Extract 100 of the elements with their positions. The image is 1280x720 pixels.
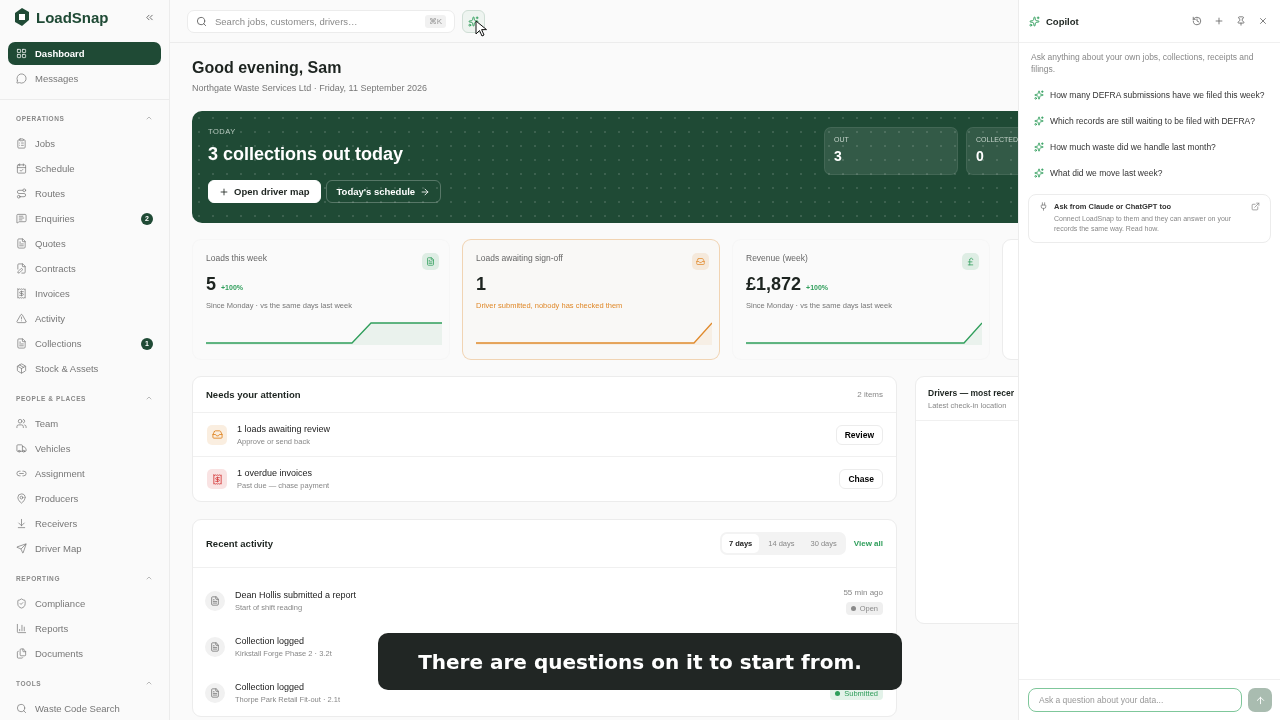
sparkle-icon	[1034, 167, 1044, 178]
map-pin-icon	[16, 493, 27, 504]
sparkle-icon	[1034, 141, 1044, 152]
search-icon	[196, 15, 207, 27]
pin-icon[interactable]	[1236, 16, 1246, 26]
suggestion[interactable]: What did we move last week?	[1019, 159, 1280, 186]
suggestion[interactable]: How many DEFRA submissions have we filed this week?	[1019, 81, 1280, 108]
sidebar-item[interactable]: Waste Code Search	[8, 697, 161, 720]
close-icon[interactable]	[1258, 16, 1268, 26]
sidebar-item[interactable]: Quotes	[8, 232, 161, 255]
sidebar-item[interactable]: Documents	[8, 642, 161, 665]
view-all-link[interactable]: View all	[853, 539, 883, 548]
people-icon	[16, 418, 27, 429]
plus-icon[interactable]	[1214, 16, 1224, 26]
sparkle-icon	[1034, 89, 1044, 100]
download-arrow-icon	[16, 518, 27, 529]
sidebar-item[interactable]: Activity	[8, 307, 161, 330]
sidebar-item[interactable]: Compliance	[8, 592, 161, 615]
question-field[interactable]: Ask a question about your data...	[1028, 688, 1242, 712]
sidebar-item[interactable]: Vehicles	[8, 437, 161, 460]
sidebar-item[interactable]: Invoices	[8, 282, 161, 305]
caption: There are questions on it to start from.	[378, 633, 902, 690]
sidebar-item[interactable]: Schedule	[8, 157, 161, 180]
shield-check-icon	[16, 598, 27, 609]
kpi-title: Loads this week	[206, 253, 267, 263]
sidebar-item[interactable]: Jobs	[8, 132, 161, 155]
row-title: Dean Hollis submitted a report	[235, 590, 358, 600]
greeting-subtitle: Northgate Waste Services Ltd · Friday, 11 September 2026	[192, 83, 428, 93]
search-input[interactable]: Search jobs, customers, drivers…	[213, 14, 419, 28]
kpi-value: 5	[206, 274, 216, 295]
stat-value: 3	[834, 148, 843, 164]
sparkle-icon	[468, 15, 479, 27]
kpi-title: Loads awaiting sign-off	[476, 253, 563, 263]
primary-button[interactable]: Open driver map	[208, 180, 321, 203]
sparkle-icon	[1034, 115, 1044, 126]
logo-icon	[12, 7, 32, 27]
row-title: Collection logged	[235, 636, 306, 646]
link-icon	[16, 468, 27, 479]
sidebar-item[interactable]: Stock & Assets	[8, 357, 161, 380]
document-icon	[16, 338, 27, 349]
hero-title: 3 collections out today	[208, 144, 405, 165]
receipt-icon	[16, 288, 27, 299]
document-icon	[205, 591, 225, 611]
chevron-up-icon[interactable]	[145, 574, 153, 582]
intro-text: Ask anything about your own jobs, collections, receipts and filings.	[1031, 51, 1255, 76]
pound-icon	[962, 253, 979, 270]
documents-icon	[16, 648, 27, 659]
row-title: 1 loads awaiting review	[237, 423, 332, 434]
pointer-icon	[475, 19, 488, 37]
action-button[interactable]: Review	[835, 424, 883, 445]
sidebar-item[interactable]: Team	[8, 412, 161, 435]
chat-bubble-icon	[16, 73, 27, 84]
kpi-value: £1,872	[746, 274, 802, 295]
plug-icon	[1039, 201, 1048, 211]
document-icon	[422, 253, 439, 270]
document-icon	[205, 683, 225, 703]
suggestion[interactable]: How much waste did we handle last month?	[1019, 133, 1280, 160]
send-button[interactable]	[1248, 688, 1272, 712]
suggestion[interactable]: Which records are still waiting to be filed with DEFRA?	[1019, 107, 1280, 134]
chevron-up-icon[interactable]	[145, 114, 153, 122]
card-title: Needs your attention	[206, 389, 301, 400]
clipboard-icon	[16, 138, 27, 149]
truck-icon	[16, 443, 27, 454]
chevron-up-icon[interactable]	[145, 679, 153, 687]
sidebar-item[interactable]: Routes	[8, 182, 161, 205]
sidebar-item[interactable]: Assignment	[8, 462, 161, 485]
document-icon	[205, 637, 225, 657]
message-icon	[16, 213, 27, 224]
sparkle-icon	[1029, 15, 1040, 27]
external-link-icon[interactable]	[1251, 201, 1260, 211]
brand-name: LoadSnap	[36, 8, 110, 26]
inbox-icon	[692, 253, 709, 270]
panel-title: Copilot	[1046, 15, 1080, 27]
sidebar-item[interactable]: Producers	[8, 487, 161, 510]
chevron-up-icon[interactable]	[145, 394, 153, 402]
sidebar-item[interactable]: Contracts	[8, 257, 161, 280]
bar-chart-icon	[16, 623, 27, 634]
outline-button[interactable]: Today's schedule	[325, 180, 442, 203]
sidebar-item[interactable]: Receivers	[8, 512, 161, 535]
arrow-right-icon	[420, 186, 431, 197]
row-title: 1 overdue invoices	[237, 468, 314, 478]
greeting-title: Good evening, Sam	[192, 59, 343, 77]
warning-triangle-icon	[16, 313, 27, 324]
send-icon	[16, 543, 27, 554]
box-icon	[16, 363, 27, 374]
stat-value: 0	[976, 148, 985, 164]
history-icon[interactable]	[1192, 16, 1202, 26]
document-icon	[16, 238, 27, 249]
shortcut-hint: ⌘K	[424, 14, 446, 28]
card-title: Recent activity	[206, 538, 274, 549]
search-icon	[16, 703, 27, 714]
sidebar-item[interactable]: Driver Map	[8, 537, 161, 560]
row-title: Collection logged	[235, 682, 306, 692]
item-count: 2 items	[857, 390, 883, 399]
sidebar-item[interactable]: Messages	[8, 67, 161, 90]
search-field[interactable]: Search jobs, customers, drivers… ⌘K	[187, 9, 455, 33]
sidebar-item[interactable]: Dashboard	[8, 42, 161, 65]
document-pen-icon	[16, 263, 27, 274]
action-button[interactable]: Chase	[839, 469, 883, 489]
sidebar-item[interactable]: Reports	[8, 617, 161, 640]
